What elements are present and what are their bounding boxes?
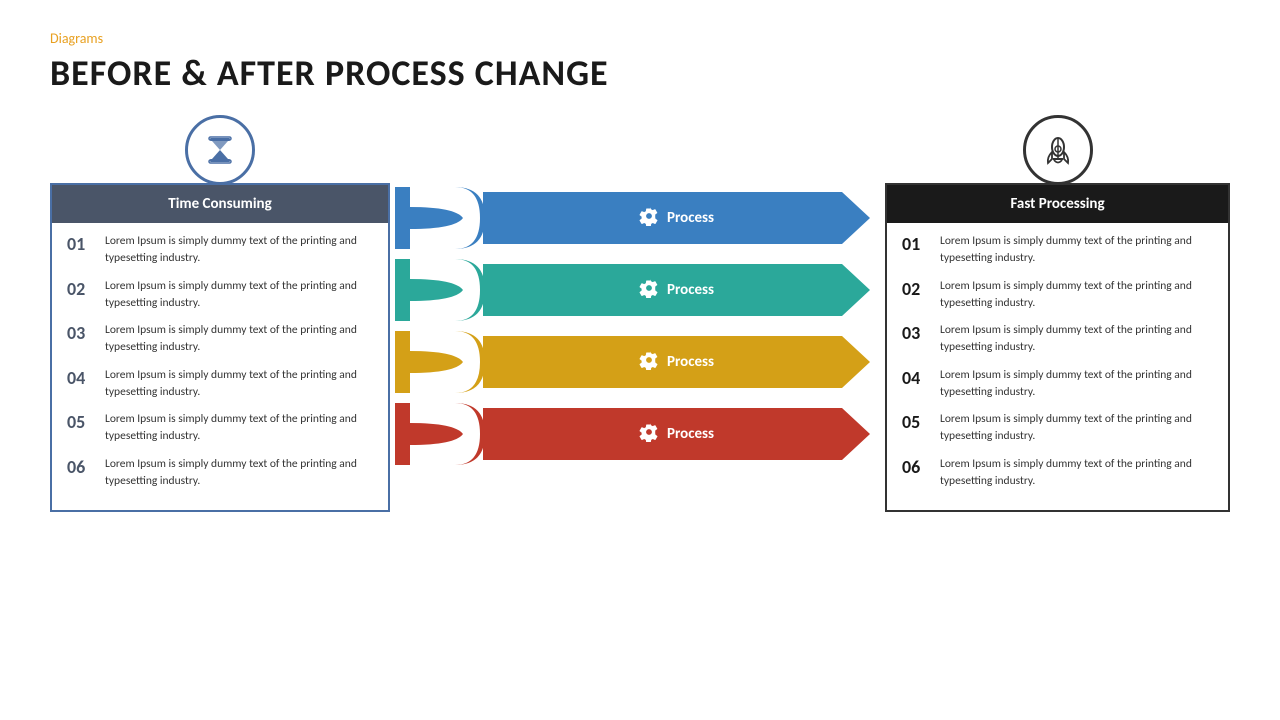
curve-connector	[395, 259, 485, 321]
right-box: Fast Processing 01 Lorem Ipsum is simply…	[885, 183, 1230, 512]
category-label: Diagrams	[50, 30, 1230, 47]
item-number: 03	[902, 322, 930, 345]
left-box: Time Consuming 01 Lorem Ipsum is simply …	[50, 183, 390, 512]
curve-connector	[395, 187, 485, 249]
process-row: Process	[395, 331, 870, 393]
item-text: Lorem Ipsum is simply dummy text of the …	[105, 233, 373, 268]
process-label: Process	[667, 209, 714, 227]
list-item: 02 Lorem Ipsum is simply dummy text of t…	[67, 278, 373, 313]
list-item: 01 Lorem Ipsum is simply dummy text of t…	[67, 233, 373, 268]
page-wrapper: Diagrams BEFORE & AFTER PROCESS CHANGE	[0, 0, 1280, 720]
item-number: 03	[67, 322, 95, 345]
list-item: 04 Lorem Ipsum is simply dummy text of t…	[67, 367, 373, 402]
rocket-icon-container	[885, 115, 1230, 185]
item-text: Lorem Ipsum is simply dummy text of the …	[940, 278, 1213, 313]
process-row: Process	[395, 187, 870, 249]
list-item: 04 Lorem Ipsum is simply dummy text of t…	[902, 367, 1213, 402]
process-label: Process	[667, 281, 714, 299]
process-arrow-body: Process	[483, 192, 870, 244]
item-text: Lorem Ipsum is simply dummy text of the …	[940, 322, 1213, 357]
rocket-svg	[1039, 131, 1077, 169]
process-row: Process	[395, 259, 870, 321]
gear-icon	[639, 206, 659, 231]
process-label: Process	[667, 353, 714, 371]
right-panel: Fast Processing 01 Lorem Ipsum is simply…	[885, 115, 1230, 512]
list-item: 05 Lorem Ipsum is simply dummy text of t…	[902, 411, 1213, 446]
process-row: Process	[395, 403, 870, 465]
gear-icon	[639, 350, 659, 375]
item-text: Lorem Ipsum is simply dummy text of the …	[940, 411, 1213, 446]
item-text: Lorem Ipsum is simply dummy text of the …	[105, 278, 373, 313]
processes-wrapper: Process Process Process Process	[395, 187, 870, 470]
item-number: 04	[67, 367, 95, 390]
curve-connector	[395, 331, 485, 393]
rocket-circle	[1023, 115, 1093, 185]
list-item: 06 Lorem Ipsum is simply dummy text of t…	[902, 456, 1213, 491]
list-item: 02 Lorem Ipsum is simply dummy text of t…	[902, 278, 1213, 313]
item-number: 02	[67, 278, 95, 301]
list-item: 03 Lorem Ipsum is simply dummy text of t…	[67, 322, 373, 357]
item-text: Lorem Ipsum is simply dummy text of the …	[105, 456, 373, 491]
item-text: Lorem Ipsum is simply dummy text of the …	[105, 411, 373, 446]
hourglass-svg	[202, 132, 238, 168]
left-panel-title: Time Consuming	[52, 185, 388, 223]
curve-connector	[395, 403, 485, 465]
item-number: 02	[902, 278, 930, 301]
item-text: Lorem Ipsum is simply dummy text of the …	[940, 456, 1213, 491]
left-panel-content: 01 Lorem Ipsum is simply dummy text of t…	[52, 223, 388, 510]
item-number: 01	[67, 233, 95, 256]
process-label: Process	[667, 425, 714, 443]
item-number: 01	[902, 233, 930, 256]
item-text: Lorem Ipsum is simply dummy text of the …	[105, 322, 373, 357]
list-item: 03 Lorem Ipsum is simply dummy text of t…	[902, 322, 1213, 357]
item-number: 05	[67, 411, 95, 434]
item-number: 06	[67, 456, 95, 479]
process-arrow-body: Process	[483, 264, 870, 316]
hourglass-icon-container	[50, 115, 390, 185]
list-item: 05 Lorem Ipsum is simply dummy text of t…	[67, 411, 373, 446]
list-item: 01 Lorem Ipsum is simply dummy text of t…	[902, 233, 1213, 268]
item-text: Lorem Ipsum is simply dummy text of the …	[940, 367, 1213, 402]
right-panel-content: 01 Lorem Ipsum is simply dummy text of t…	[887, 223, 1228, 510]
item-number: 05	[902, 411, 930, 434]
diagram-area: Time Consuming 01 Lorem Ipsum is simply …	[50, 115, 1230, 512]
item-text: Lorem Ipsum is simply dummy text of the …	[940, 233, 1213, 268]
process-arrow-body: Process	[483, 336, 870, 388]
right-panel-title: Fast Processing	[887, 185, 1228, 223]
main-title: BEFORE & AFTER PROCESS CHANGE	[50, 51, 1230, 95]
process-arrow-body: Process	[483, 408, 870, 460]
item-number: 06	[902, 456, 930, 479]
left-panel: Time Consuming 01 Lorem Ipsum is simply …	[50, 115, 390, 512]
gear-icon	[639, 278, 659, 303]
item-text: Lorem Ipsum is simply dummy text of the …	[105, 367, 373, 402]
hourglass-circle	[185, 115, 255, 185]
list-item: 06 Lorem Ipsum is simply dummy text of t…	[67, 456, 373, 491]
item-number: 04	[902, 367, 930, 390]
gear-icon	[639, 422, 659, 447]
